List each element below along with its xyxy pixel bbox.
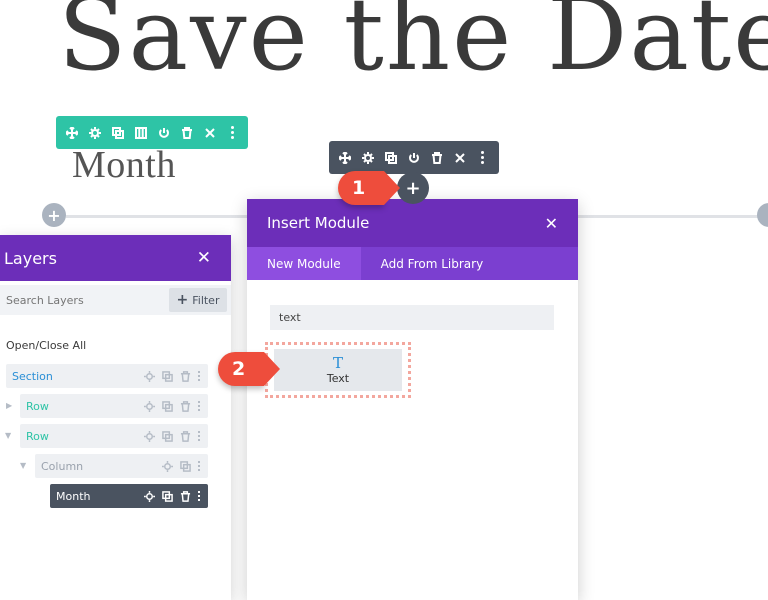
module-highlight: T Text xyxy=(265,342,411,398)
columns-icon[interactable] xyxy=(129,116,152,149)
duplicate-icon[interactable] xyxy=(162,400,173,412)
module-card-text[interactable]: T Text xyxy=(274,349,402,391)
layers-panel: Layers ✕ + Filter Open/Close All Section… xyxy=(0,235,231,600)
gear-icon[interactable] xyxy=(83,116,106,149)
insert-module-title: Insert Module xyxy=(267,214,370,232)
search-layers-input[interactable] xyxy=(0,285,169,315)
layer-item-label: Row xyxy=(26,429,49,443)
tab-add-from-library[interactable]: Add From Library xyxy=(361,247,504,280)
module-card-label: Text xyxy=(326,371,350,385)
trash-icon[interactable] xyxy=(180,490,191,502)
layer-item-section[interactable]: Section xyxy=(6,364,208,388)
layer-item-label: Section xyxy=(12,369,53,383)
insert-module-body: T Text xyxy=(247,280,578,600)
gear-icon[interactable] xyxy=(144,370,155,382)
insert-module-header: Insert Module ✕ xyxy=(247,199,578,247)
module-search-input[interactable] xyxy=(270,305,554,330)
gear-icon[interactable] xyxy=(144,430,155,442)
layers-title: Layers xyxy=(4,248,57,268)
filter-label: Filter xyxy=(192,293,220,307)
layer-item-column[interactable]: Column xyxy=(35,454,208,478)
layers-search-bar: + Filter xyxy=(0,285,231,315)
layer-item-label: Column xyxy=(41,459,84,473)
more-options-icon[interactable] xyxy=(198,401,200,411)
step-badge-1: 1 xyxy=(338,171,400,205)
month-heading: Month xyxy=(72,144,176,186)
hero-title: Save the Date xyxy=(58,0,768,93)
power-icon[interactable] xyxy=(152,116,175,149)
more-options-icon[interactable] xyxy=(198,431,200,441)
plus-icon: + xyxy=(47,205,61,225)
close-icon[interactable] xyxy=(448,141,471,174)
duplicate-icon[interactable] xyxy=(162,370,173,382)
add-module-button[interactable]: + xyxy=(397,172,429,204)
insert-module-panel: Insert Module ✕ New Module Add From Libr… xyxy=(247,199,578,600)
more-options-icon[interactable] xyxy=(198,491,200,501)
move-icon[interactable] xyxy=(60,116,83,149)
expand-arrow-icon[interactable]: ▶ xyxy=(6,401,12,410)
more-options-icon[interactable] xyxy=(198,371,200,381)
trash-icon[interactable] xyxy=(425,141,448,174)
collapse-arrow-icon[interactable]: ▼ xyxy=(5,431,11,440)
gear-icon[interactable] xyxy=(162,460,173,472)
power-icon[interactable] xyxy=(402,141,425,174)
insert-module-tabs: New Module Add From Library xyxy=(247,247,578,280)
close-icon[interactable]: ✕ xyxy=(545,214,558,233)
gear-icon[interactable] xyxy=(356,141,379,174)
close-icon[interactable]: ✕ xyxy=(197,248,211,268)
gear-icon[interactable] xyxy=(144,490,155,502)
collapse-arrow-icon[interactable]: ▼ xyxy=(20,461,26,470)
plus-icon: + xyxy=(176,292,189,308)
trash-icon[interactable] xyxy=(180,400,191,412)
tab-new-module[interactable]: New Module xyxy=(247,247,361,280)
module-toolbar xyxy=(329,141,499,174)
step-badge-2: 2 xyxy=(218,352,280,386)
layer-item-label: Month xyxy=(56,489,91,503)
duplicate-icon[interactable] xyxy=(180,460,191,472)
duplicate-icon[interactable] xyxy=(379,141,402,174)
plus-icon: + xyxy=(405,177,421,199)
add-row-button-left[interactable]: + xyxy=(42,203,66,227)
duplicate-icon[interactable] xyxy=(106,116,129,149)
layer-item-month[interactable]: Month xyxy=(50,484,208,508)
row-toolbar xyxy=(56,116,248,149)
more-options-icon[interactable] xyxy=(198,461,200,471)
more-options-icon[interactable] xyxy=(471,141,494,174)
layer-item-row[interactable]: Row xyxy=(20,424,208,448)
trash-icon[interactable] xyxy=(180,430,191,442)
gear-icon[interactable] xyxy=(144,400,155,412)
open-close-all-link[interactable]: Open/Close All xyxy=(6,339,86,352)
filter-button[interactable]: + Filter xyxy=(169,288,227,312)
move-icon[interactable] xyxy=(333,141,356,174)
trash-icon[interactable] xyxy=(180,370,191,382)
close-icon[interactable] xyxy=(198,116,221,149)
layers-header: Layers ✕ xyxy=(0,235,231,281)
more-options-icon[interactable] xyxy=(221,116,244,149)
duplicate-icon[interactable] xyxy=(162,430,173,442)
duplicate-icon[interactable] xyxy=(162,490,173,502)
text-icon: T xyxy=(332,353,343,372)
trash-icon[interactable] xyxy=(175,116,198,149)
layer-item-row[interactable]: Row xyxy=(20,394,208,418)
layer-item-label: Row xyxy=(26,399,49,413)
add-row-button-right[interactable] xyxy=(757,203,768,227)
